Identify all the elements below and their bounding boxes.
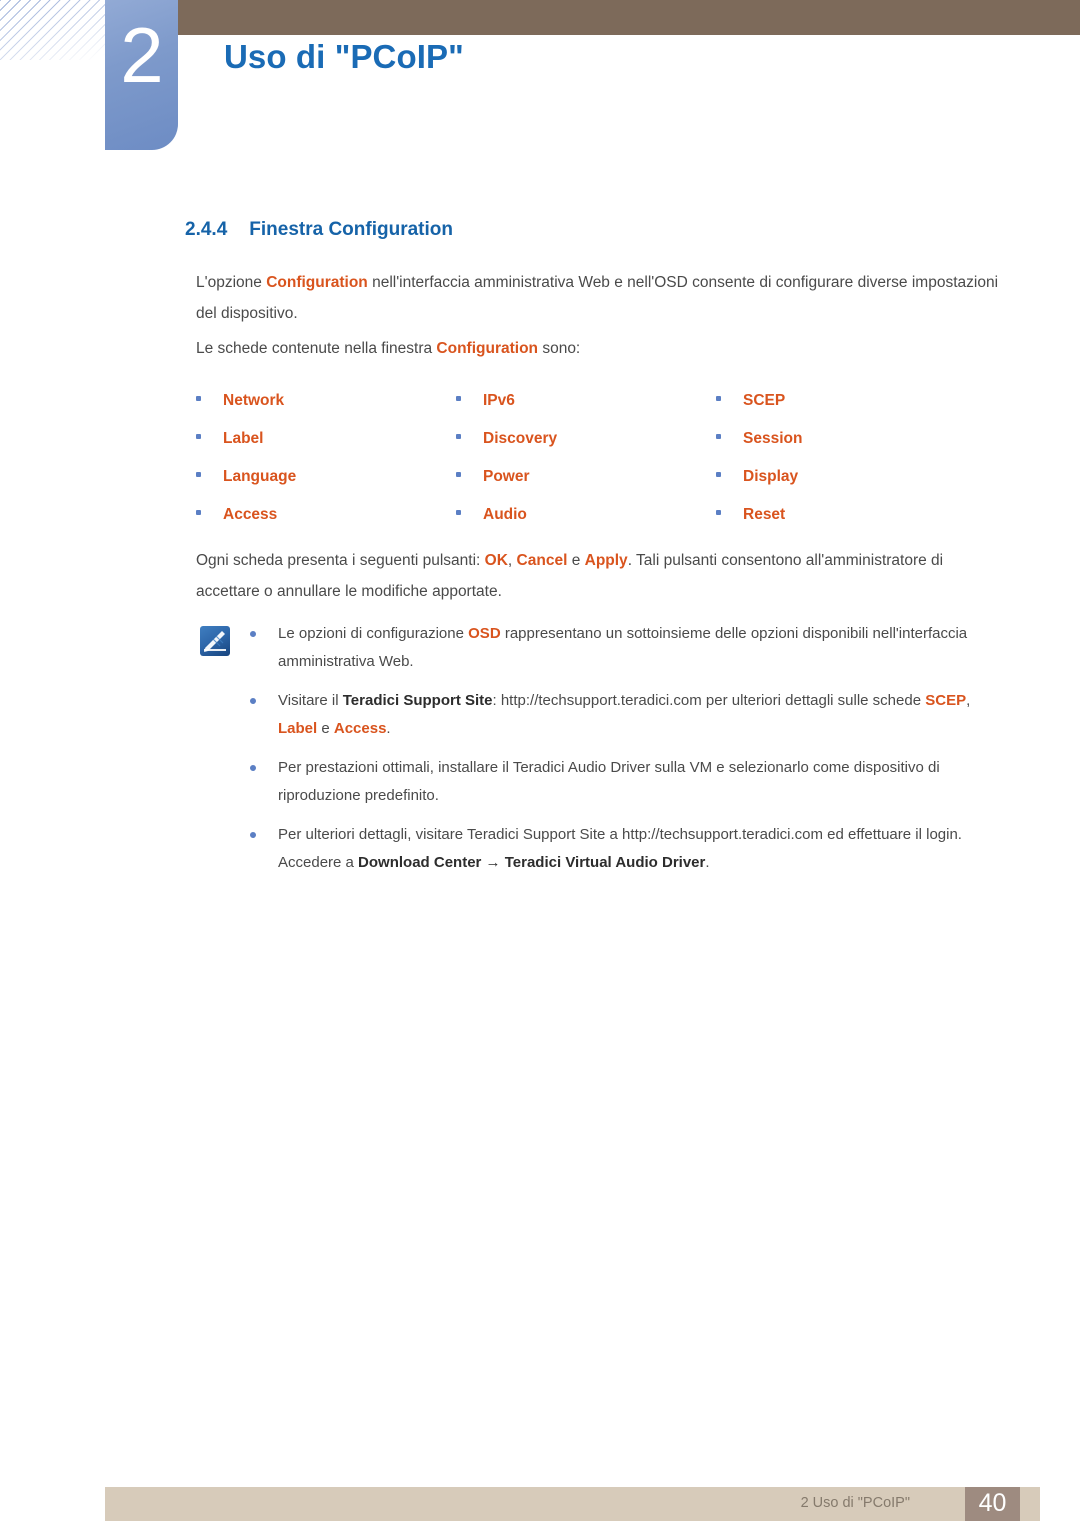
tab-item-language: Language	[196, 468, 456, 486]
bullet-icon	[250, 832, 256, 838]
note-item-osd-options: Le opzioni di configurazione OSD rappres…	[250, 620, 1008, 676]
tab-item-scep: SCEP	[716, 392, 976, 410]
note2-highlight-access: Access	[333, 720, 387, 737]
p3-sep-2: e	[567, 552, 585, 569]
section-heading: 2.4.4 Finestra Configuration	[185, 219, 453, 241]
tab-label: Session	[743, 430, 803, 447]
tab-label: Label	[223, 430, 264, 447]
buttons-paragraph: Ogni scheda presenta i seguenti pulsanti…	[196, 545, 1008, 607]
page-header: 2 Uso di "PCoIP"	[0, 0, 1080, 160]
tab-list-row: Label Discovery Session	[196, 430, 1008, 468]
note2-highlight-label: Label	[278, 720, 318, 737]
page-footer: 2 Uso di "PCoIP" 40	[105, 1487, 1040, 1521]
bullet-icon	[196, 510, 201, 515]
p1-highlight-configuration: Configuration	[266, 274, 368, 291]
chapter-number: 2	[120, 11, 163, 99]
bullet-icon	[456, 510, 461, 515]
footer-chapter-label: 2 Uso di "PCoIP"	[800, 1495, 910, 1511]
p3-sep-1: ,	[507, 552, 517, 569]
tab-label: Display	[743, 468, 799, 485]
note-item-audio-driver: Per prestazioni ottimali, installare il …	[250, 754, 1008, 810]
header-brown-bar	[168, 0, 1080, 35]
note2-sep-2: e	[317, 720, 334, 737]
tab-list-row: Network IPv6 SCEP	[196, 392, 1008, 430]
tab-item-audio: Audio	[456, 506, 716, 524]
tab-label: Access	[223, 506, 278, 523]
bullet-icon	[456, 472, 461, 477]
note1-text-a: Le opzioni di configurazione	[278, 625, 469, 642]
note2-text-b: : http://techsupport.teradici.com per ul…	[492, 692, 926, 709]
bullet-icon	[716, 434, 721, 439]
p3-text-a: Ogni scheda presenta i seguenti pulsanti…	[196, 552, 485, 569]
bullet-icon	[250, 765, 256, 771]
tab-item-network: Network	[196, 392, 456, 410]
note4-bold-audio-driver: Teradici Virtual Audio Driver	[504, 854, 706, 871]
tab-label: IPv6	[483, 392, 515, 409]
note4-text-end: .	[705, 854, 710, 871]
p2-highlight-configuration: Configuration	[436, 340, 539, 357]
bullet-icon	[456, 434, 461, 439]
bullet-icon	[250, 631, 256, 637]
tab-item-access: Access	[196, 506, 456, 524]
tabs-intro-paragraph: Le schede contenute nella finestra Confi…	[196, 333, 1008, 364]
tab-label: Language	[223, 468, 297, 485]
note4-arrow-icon: →	[481, 854, 505, 871]
tab-item-discovery: Discovery	[456, 430, 716, 448]
bullet-icon	[250, 698, 256, 704]
chapter-title: Uso di "PCoIP"	[224, 38, 464, 75]
p3-highlight-cancel: Cancel	[516, 552, 568, 569]
bullet-icon	[716, 472, 721, 477]
tab-item-power: Power	[456, 468, 716, 486]
note1-highlight-osd: OSD	[468, 625, 501, 642]
tab-list-row: Language Power Display	[196, 468, 1008, 506]
tab-item-ipv6: IPv6	[456, 392, 716, 410]
configuration-tabs-list: Network IPv6 SCEP Label Discovery Sessio…	[196, 392, 1008, 544]
p2-text-b: sono:	[538, 340, 581, 357]
bullet-icon	[196, 434, 201, 439]
page-number-box: 40	[965, 1487, 1020, 1521]
note2-sep-1: ,	[966, 692, 971, 709]
tab-list-row: Access Audio Reset	[196, 506, 1008, 544]
intro-paragraph: L'opzione Configuration nell'interfaccia…	[196, 267, 1008, 329]
note2-text-a: Visitare il	[278, 692, 343, 709]
tab-label: Audio	[483, 506, 527, 523]
tab-label: SCEP	[743, 392, 786, 409]
bullet-icon	[196, 396, 201, 401]
bullet-icon	[716, 396, 721, 401]
note4-bold-download-center: Download Center	[358, 854, 482, 871]
note-pen-icon	[200, 626, 230, 656]
tab-item-reset: Reset	[716, 506, 976, 524]
note2-highlight-scep: SCEP	[925, 692, 967, 709]
p1-text-a: L'opzione	[196, 274, 267, 291]
bullet-icon	[456, 396, 461, 401]
tab-item-session: Session	[716, 430, 976, 448]
note3-text: Per prestazioni ottimali, installare il …	[278, 759, 940, 804]
bullet-icon	[716, 510, 721, 515]
note-items-list: Le opzioni di configurazione OSD rappres…	[250, 620, 1008, 877]
note2-bold-support-site: Teradici Support Site	[342, 692, 493, 709]
p2-text-a: Le schede contenute nella finestra	[196, 340, 437, 357]
p3-highlight-apply: Apply	[584, 552, 628, 569]
tab-item-display: Display	[716, 468, 976, 486]
tab-label: Discovery	[483, 430, 558, 447]
note-item-support-site: Visitare il Teradici Support Site: http:…	[250, 687, 1008, 743]
tab-label: Reset	[743, 506, 786, 523]
chapter-number-block: 2	[105, 0, 178, 150]
p3-highlight-ok: OK	[484, 552, 508, 569]
tab-label: Power	[483, 468, 530, 485]
tab-label: Network	[223, 392, 285, 409]
section-number: 2.4.4	[185, 219, 228, 240]
bullet-icon	[196, 472, 201, 477]
page-number: 40	[978, 1489, 1007, 1517]
note-item-download-center: Per ulteriori dettagli, visitare Teradic…	[250, 821, 1008, 877]
note2-text-end: .	[386, 720, 391, 737]
section-title: Finestra Configuration	[249, 219, 453, 240]
tab-item-label: Label	[196, 430, 456, 448]
